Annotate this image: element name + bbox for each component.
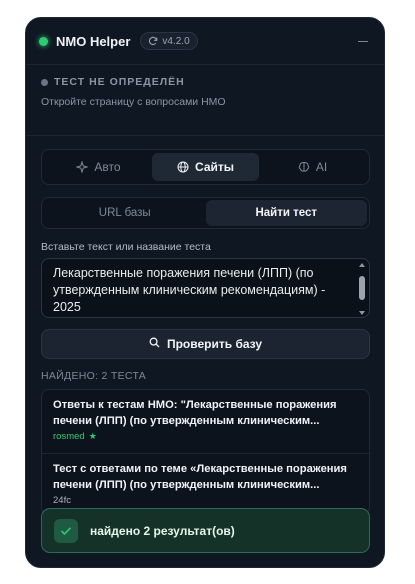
status-title: ТЕСТ НЕ ОПРЕДЕЛЁН [54,76,185,88]
source-label: rosmed [53,431,85,442]
divider [26,135,384,136]
result-source: 24fc [53,495,358,506]
tab-auto-label: Авто [94,160,121,174]
search-textarea-value: Лекарственные поражения печени (ЛПП) (по… [53,266,326,314]
brain-icon [298,161,310,173]
scroll-up-icon[interactable] [359,263,365,267]
search-textarea[interactable]: Лекарственные поражения печени (ЛПП) (по… [41,258,370,318]
scroll-thumb[interactable] [359,276,365,300]
check-base-button[interactable]: Проверить базу [41,329,370,359]
tab-url-base[interactable]: URL базы [44,200,206,226]
result-title: Ответы к тестам НМО: "Лекарственные пора… [53,399,337,427]
list-item[interactable]: Ответы к тестам НМО: "Лекарственные пора… [42,390,369,453]
textarea-scrollbar[interactable] [358,263,366,315]
panel-header: NMO Helper v4.2.0 [26,18,384,65]
minimize-button[interactable] [356,34,370,48]
app-title: NMO Helper [56,33,131,49]
version-badge: v4.2.0 [140,32,198,50]
result-title: Тест с ответами по теме «Лекарственные п… [53,463,347,491]
tab-ai-label: AI [315,160,328,174]
results-heading: НАЙДЕНО: 2 ТЕСТА [41,370,147,382]
search-input-label: Вставьте текст или название теста [41,241,211,253]
check-base-label: Проверить базу [166,337,263,351]
status-dot [39,36,48,46]
star-icon: ★ [88,431,97,441]
check-icon [54,518,78,543]
refresh-icon [148,36,158,46]
toast-text: найдено 2 результат(ов) [90,523,235,538]
results-list: Ответы к тестам НМО: "Лекарственные пора… [41,389,370,515]
tab-auto[interactable]: Авто [45,153,152,181]
nmo-helper-panel: NMO Helper v4.2.0 ТЕСТ НЕ ОПРЕДЕЛЁН Откр… [25,17,385,568]
result-source: rosmed ★ [53,431,358,442]
sub-tabs: URL базы Найти тест [41,197,370,229]
version-label: v4.2.0 [162,35,190,47]
status-hint: Откройте страницу с вопросами НМО [41,96,226,108]
mode-tabs: Авто Сайты AI [41,149,370,185]
magic-wand-icon [76,161,89,173]
status-indicator [41,78,48,86]
tab-find-test[interactable]: Найти тест [205,200,367,226]
search-icon [149,337,160,351]
tab-sites-label: Сайты [195,160,234,174]
tab-ai[interactable]: AI [259,153,366,181]
minimize-icon [358,40,368,42]
globe-icon [177,161,189,173]
list-item[interactable]: Тест с ответами по теме «Лекарственные п… [42,453,369,514]
source-label: 24fc [53,495,71,506]
scroll-down-icon[interactable] [359,311,365,315]
success-toast: найдено 2 результат(ов) [41,508,370,553]
test-status: ТЕСТ НЕ ОПРЕДЕЛЁН Откройте страницу с во… [41,76,226,108]
tab-sites[interactable]: Сайты [152,153,259,181]
